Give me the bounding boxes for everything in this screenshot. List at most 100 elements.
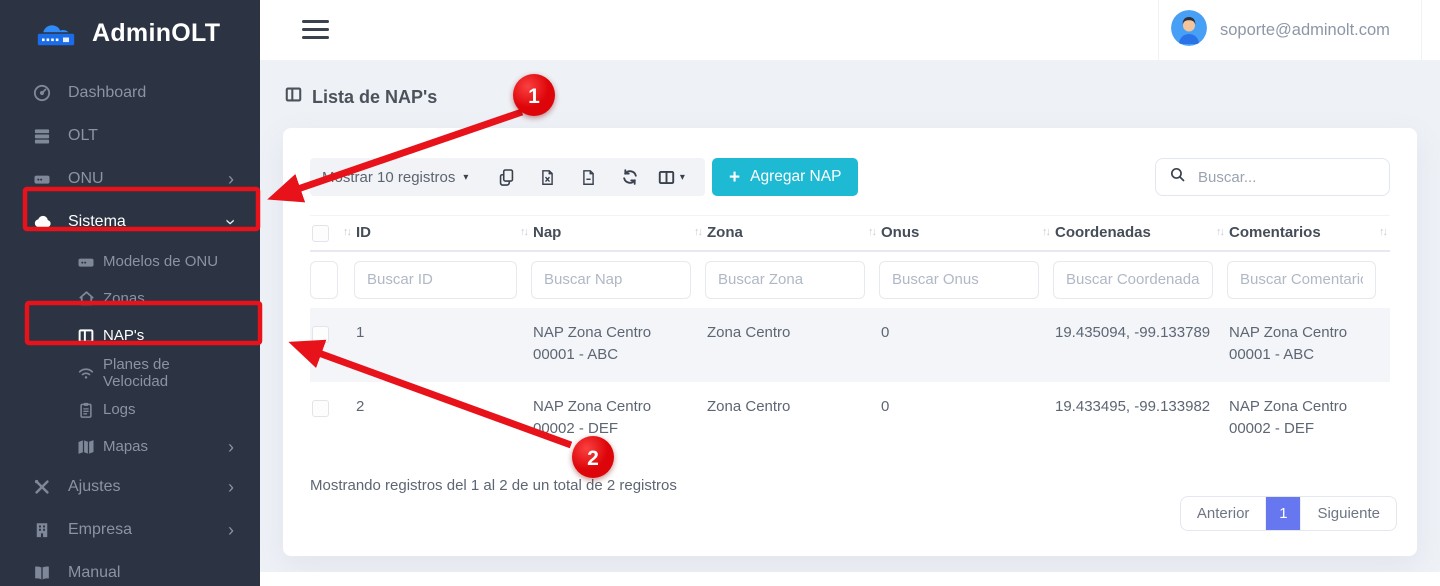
sort-icon: ↑↓: [694, 224, 701, 238]
onu-icon: [76, 252, 96, 272]
brand[interactable]: AdminOLT: [0, 0, 260, 61]
app-window: AdminOLT DashboardOLT ONU › Sistema › Modelos…: [0, 0, 1440, 586]
filter-input-zona[interactable]: [705, 261, 865, 299]
chevron-down-icon: ›: [222, 219, 240, 225]
filter-input-onus[interactable]: [879, 261, 1039, 299]
column-header-zona[interactable]: Zona↑↓: [705, 216, 879, 251]
copy-button[interactable]: [486, 158, 527, 196]
select-all-header: ↑↓: [310, 216, 354, 251]
pagination-previous[interactable]: Anterior: [1181, 497, 1267, 530]
chevron-right-icon: ›: [228, 438, 234, 456]
column-header-nap[interactable]: Nap ↑↓: [531, 216, 705, 251]
column-header-label: Onus: [881, 224, 919, 241]
column-header-label: Comentarios: [1229, 224, 1321, 241]
sidebar-item-label: Empresa: [68, 521, 132, 539]
table-search: [1155, 158, 1390, 196]
cell-nap: NAP Zona Centro 00002 - DEF: [531, 382, 705, 456]
sidebar-item-planes-de-velocidad[interactable]: Planes de Velocidad: [0, 354, 260, 391]
cell-zona: Zona Centro: [705, 382, 879, 456]
select-all-checkbox[interactable]: [312, 225, 329, 242]
adminolt-logo-icon: [30, 12, 82, 55]
toolbar-strip: Mostrar 10 registros ▾ ▾: [310, 158, 705, 196]
filter-input-id[interactable]: [354, 261, 517, 299]
sidebar-item-label: Logs: [103, 401, 136, 418]
sidebar-item-modelos-de-onu[interactable]: Modelos de ONU: [0, 243, 260, 280]
sidebar-item-onu[interactable]: ONU ›: [0, 157, 260, 200]
chevron-right-icon: ›: [228, 521, 234, 539]
filter-input-comentarios[interactable]: [1227, 261, 1376, 299]
filter-input-select[interactable]: [310, 261, 338, 299]
sidebar-item-sistema[interactable]: Sistema ›: [0, 200, 260, 243]
server-icon: [30, 126, 54, 146]
caret-down-icon: ▾: [680, 172, 685, 183]
topbar: soporte@adminolt.com: [260, 0, 1440, 60]
cell-nap: NAP Zona Centro 00001 - ABC: [531, 308, 705, 382]
filter-input-nap[interactable]: [531, 261, 691, 299]
cell-onus: 0: [879, 382, 1053, 456]
pagination: Anterior 1 Siguiente: [1180, 496, 1397, 531]
pagination-next[interactable]: Siguiente: [1300, 497, 1396, 530]
sidebar-item-mapas[interactable]: Mapas›: [0, 428, 260, 465]
column-header-comentarios[interactable]: Comentarios↑↓: [1227, 216, 1390, 251]
sort-icon: ↑↓: [520, 224, 527, 238]
excel-button[interactable]: [527, 158, 568, 196]
sidebar-item-label: Planes de Velocidad: [103, 356, 234, 390]
sidebar-item-manual[interactable]: Manual: [0, 551, 260, 586]
sidebar-item-naps[interactable]: NAP's: [0, 317, 260, 354]
chevron-right-icon: ›: [228, 170, 234, 188]
sidebar-item-ajustes[interactable]: Ajustes›: [0, 465, 260, 508]
gauge-icon: [30, 83, 54, 103]
filter-input-coordenadas[interactable]: [1053, 261, 1213, 299]
table-row-1[interactable]: 1NAP Zona Centro 00001 - ABCZona Centro0…: [310, 308, 1390, 382]
refresh-button[interactable]: [609, 158, 650, 196]
sidebar: AdminOLT DashboardOLT ONU › Sistema › Modelos…: [0, 0, 260, 586]
row-checkbox[interactable]: [312, 326, 329, 343]
content-area: Lista de NAP's Mostrar 10 registros ▾ ▾ …: [260, 60, 1440, 586]
naps-table: ↑↓ID↑↓Nap↑↓Zona↑↓Onus↑↓Coordenadas↑↓Come…: [310, 215, 1390, 456]
column-header-coordenadas[interactable]: Coordenadas ↑↓: [1053, 216, 1227, 251]
pagination-page-1[interactable]: 1: [1266, 497, 1300, 530]
page-length-select[interactable]: Mostrar 10 registros ▾: [322, 169, 468, 186]
clipboard-icon: [76, 401, 96, 419]
search-input[interactable]: [1196, 168, 1366, 187]
sort-icon: ↑↓: [1042, 224, 1049, 238]
cell-zona: Zona Centro: [705, 308, 879, 382]
column-header-label: Nap: [533, 224, 561, 241]
page-title-text: Lista de NAP's: [312, 87, 437, 108]
sidebar-item-label: Ajustes: [68, 478, 120, 496]
sidebar-item-label: ONU: [68, 170, 104, 188]
sidebar-item-label: Sistema: [68, 213, 126, 231]
user-menu[interactable]: soporte@adminolt.com: [1158, 0, 1422, 60]
sidebar-item-olt[interactable]: OLT: [0, 114, 260, 157]
cell-comentarios: NAP Zona Centro 00001 - ABC: [1227, 308, 1390, 382]
building-icon: [30, 521, 54, 539]
column-header-label: ID: [356, 224, 371, 241]
column-header-id[interactable]: ID ↑↓: [354, 216, 531, 251]
cell-coordenadas: 19.433495, -99.133982: [1053, 382, 1227, 456]
column-header-onus[interactable]: Onus ↑↓: [879, 216, 1053, 251]
map-icon: [76, 437, 96, 457]
page-title: Lista de NAP's: [284, 85, 437, 109]
user-email: soporte@adminolt.com: [1220, 21, 1390, 40]
page-footer-strip: [260, 572, 1440, 586]
cell-id: 1: [354, 308, 531, 382]
file-button[interactable]: [568, 158, 609, 196]
columns-button[interactable]: ▾: [650, 158, 691, 196]
column-header-label: Coordenadas: [1055, 224, 1151, 241]
table-wrap: ↑↓ID↑↓Nap↑↓Zona↑↓Onus↑↓Coordenadas↑↓Come…: [310, 215, 1390, 456]
table-icon: [284, 85, 303, 109]
sidebar-item-label: NAP's: [103, 327, 144, 344]
sidebar-item-dashboard[interactable]: Dashboard: [0, 71, 260, 114]
sidebar-item-logs[interactable]: Logs: [0, 391, 260, 428]
hamburger-menu-icon[interactable]: [302, 20, 329, 43]
sidebar-item-empresa[interactable]: Empresa ›: [0, 508, 260, 551]
sidebar-item-zonas[interactable]: Zonas: [0, 280, 260, 317]
sort-icon: ↑↓: [868, 224, 875, 238]
add-nap-label: Agregar NAP: [750, 168, 841, 186]
table-row-2[interactable]: 2NAP Zona Centro 00002 - DEFZona Centro0…: [310, 382, 1390, 456]
add-nap-button[interactable]: + Agregar NAP: [712, 158, 858, 196]
book-icon: [30, 563, 54, 583]
sort-icon: ↑↓: [1216, 224, 1223, 238]
wifi-icon: [76, 363, 96, 383]
row-checkbox[interactable]: [312, 400, 329, 417]
